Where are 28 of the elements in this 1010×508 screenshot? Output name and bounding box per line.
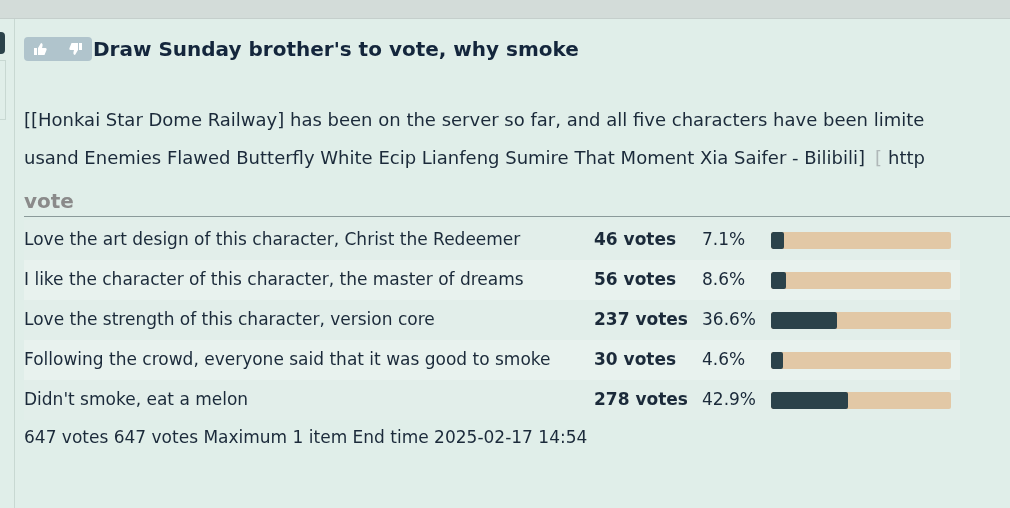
vote-count: 237 votes <box>594 308 689 332</box>
vote-percent: 7.1% <box>702 228 747 252</box>
thumbs-down-icon[interactable] <box>69 42 83 56</box>
post-text: usand Enemies Flawed Butterfly White Ecip Lianfeng Sumire That Moment Xia Saifer - Bilibili] <box>24 146 866 170</box>
thumbs-up-icon[interactable] <box>33 42 47 56</box>
post-title: Draw Sunday brother's to vote, why smoke <box>93 36 579 63</box>
vote-count: 278 votes <box>594 388 689 412</box>
vote-percent: 8.6% <box>702 268 747 292</box>
option-label: Didn't smoke, eat a melon <box>24 388 250 412</box>
vote-percent: 42.9% <box>702 388 757 412</box>
post-text: [[Honkai Star Dome Railway] has been on the server so far, and all five characters have been limite <box>24 108 925 132</box>
bracket-text: [ <box>875 146 883 170</box>
option-label: I like the character of this character, the master of dreams <box>24 268 525 292</box>
option-label: Following the crowd, everyone said that it was good to smoke <box>24 348 552 372</box>
option-label: Love the art design of this character, Christ the Redeemer <box>24 228 522 252</box>
link-text[interactable]: http <box>888 139 926 177</box>
vote-percent: 4.6% <box>702 348 747 372</box>
side-tab[interactable] <box>0 32 5 54</box>
option-label: Love the strength of this character, version core <box>24 308 436 332</box>
poll-row[interactable]: I like the character of this character, the master of dreams 56 votes 8.6% <box>24 260 960 300</box>
side-panel <box>0 60 6 120</box>
vote-count: 56 votes <box>594 268 678 292</box>
vote-count: 30 votes <box>594 348 678 372</box>
poll-row[interactable]: Following the crowd, everyone said that it was good to smoke 30 votes 4.6% <box>24 340 960 380</box>
vote-count: 46 votes <box>594 228 678 252</box>
poll-heading: vote <box>24 188 1010 217</box>
poll-summary: 647 votes 647 votes Maximum 1 item End time 2025-02-17 14:54 <box>24 426 588 449</box>
vote-percent: 36.6% <box>702 308 757 332</box>
